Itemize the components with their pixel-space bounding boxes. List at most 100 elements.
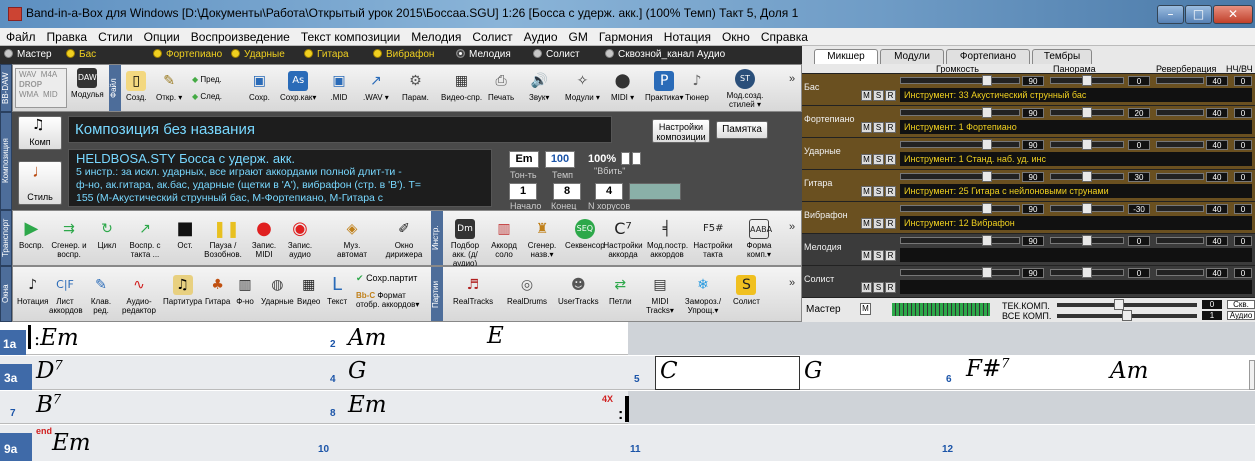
- volume-thumb[interactable]: [982, 203, 992, 214]
- sequencer-button[interactable]: SEQ Секвенсор: [565, 219, 605, 250]
- maximize-button[interactable]: □: [1185, 5, 1212, 24]
- freeze-button[interactable]: ❄ Замороз./ Упрощ.▾: [683, 275, 723, 315]
- instrument-field[interactable]: Инструмент: 33 Акустический струнный бас: [900, 88, 1252, 102]
- video-window-button[interactable]: ▦ Видео: [297, 275, 320, 306]
- save-mid-button[interactable]: ▣ .MID: [329, 71, 349, 102]
- record-audio-button[interactable]: ◉ Запис. аудио: [285, 219, 315, 260]
- menu-gm[interactable]: GM: [563, 28, 593, 44]
- pan-thumb[interactable]: [1082, 75, 1092, 86]
- radio-piano[interactable]: Фортепиано: [153, 49, 222, 60]
- save-as-button[interactable]: As Сохр.как▾: [280, 71, 316, 102]
- lead-sheet-button[interactable]: C|F Лист аккордов: [49, 275, 83, 315]
- bar-settings-button[interactable]: F5# Настройки такта: [693, 219, 733, 259]
- chord-bar-3[interactable]: D7: [36, 358, 63, 384]
- menu-options[interactable]: Опции: [138, 28, 185, 44]
- memo-button[interactable]: Памятка: [716, 121, 768, 139]
- volume-value[interactable]: 90: [1022, 108, 1044, 118]
- side-tab-transport[interactable]: Транспорт: [0, 210, 12, 266]
- reverb-slider[interactable]: [1156, 205, 1204, 212]
- all-songs-thumb[interactable]: [1122, 310, 1132, 321]
- record-midi-button[interactable]: ● Запис. MIDI: [249, 219, 279, 260]
- volume-thumb[interactable]: [982, 171, 992, 182]
- volume-thumb[interactable]: [982, 75, 992, 86]
- reverb-value[interactable]: 40: [1206, 236, 1228, 246]
- comp-button[interactable]: ♫ Комп: [18, 116, 62, 150]
- save-wav-button[interactable]: ↗ .WAV ▾: [363, 71, 389, 102]
- volume-slider[interactable]: [900, 109, 1020, 116]
- tap-tempo-label[interactable]: "Вбить": [594, 166, 625, 176]
- volume-slider[interactable]: [900, 141, 1020, 148]
- chord-bar-8[interactable]: Em: [348, 392, 387, 418]
- pause-button[interactable]: ❚❚ Пауза / Возобнов.: [203, 219, 243, 259]
- side-tab-bbdaw[interactable]: BB-DAW: [0, 64, 12, 112]
- chord-bar-2-beat-3[interactable]: E: [487, 323, 504, 349]
- mute-button[interactable]: M: [861, 154, 872, 165]
- conductor-button[interactable]: ✐ Окно дирижера: [381, 219, 427, 259]
- pan-thumb[interactable]: [1082, 107, 1092, 118]
- save-score-button[interactable]: ✔ Сохр.партит: [356, 273, 417, 284]
- volume-thumb[interactable]: [982, 235, 992, 246]
- loop-button[interactable]: ↻ Цикл: [97, 219, 117, 250]
- reverb-value[interactable]: 40: [1206, 268, 1228, 278]
- play-button[interactable]: ▶ Воспр.: [19, 219, 44, 251]
- chord-builder-button[interactable]: Dm Подбор акк. (д/аудио): [445, 219, 485, 268]
- solo-button[interactable]: S: [873, 218, 884, 229]
- radio-guitar[interactable]: Гитара: [304, 49, 349, 60]
- reverb-slider[interactable]: [1156, 141, 1204, 148]
- chord-solo-button[interactable]: ▥ Аккорд соло: [489, 219, 519, 259]
- menu-window[interactable]: Окно: [716, 28, 755, 44]
- mute-button[interactable]: M: [861, 250, 872, 261]
- pan-thumb[interactable]: [1082, 139, 1092, 150]
- mute-button[interactable]: M: [861, 90, 872, 101]
- all-songs-value[interactable]: 1: [1202, 311, 1222, 320]
- close-button[interactable]: ✕: [1213, 5, 1253, 24]
- generate-play-button[interactable]: ⇉ Сгенер. и воспр.: [49, 219, 89, 259]
- chord-bar-6-beat-3[interactable]: Am: [1110, 358, 1148, 384]
- tab-plugins[interactable]: Модули: [880, 49, 944, 64]
- tuner-button[interactable]: ♪ Тюнер: [685, 71, 709, 102]
- open-button[interactable]: ✎ Откр. ▾: [156, 71, 182, 102]
- radio-vibes[interactable]: Вибрафон: [373, 49, 434, 60]
- instrument-field[interactable]: [900, 248, 1252, 262]
- pan-value[interactable]: 30: [1128, 172, 1150, 182]
- piano-window-button[interactable]: ▥ Ф-но: [235, 275, 255, 306]
- chord-bar-5[interactable]: C: [660, 358, 678, 384]
- new-song-button[interactable]: ▯ Созд.: [126, 71, 147, 102]
- mute-button[interactable]: M: [861, 186, 872, 197]
- chord-bar-2[interactable]: Am: [348, 325, 386, 351]
- tempo-field[interactable]: 100: [545, 151, 575, 168]
- tempo-up-button[interactable]: [621, 152, 630, 165]
- pan-value[interactable]: 20: [1128, 108, 1150, 118]
- menu-notation[interactable]: Нотация: [658, 28, 716, 44]
- radio-master[interactable]: Мастер: [4, 49, 52, 60]
- tab-patches[interactable]: Тембры: [1032, 49, 1092, 64]
- menu-lyrics[interactable]: Текст композиции: [295, 28, 405, 44]
- tone-value[interactable]: 0: [1234, 204, 1252, 214]
- instrument-field[interactable]: [900, 280, 1252, 294]
- chord-settings-button[interactable]: C⁷ Настройки аккорда: [603, 219, 643, 259]
- soloist-button[interactable]: S Солист: [733, 275, 760, 306]
- end-field[interactable]: 8: [553, 183, 581, 200]
- reverb-slider[interactable]: [1156, 77, 1204, 84]
- jukebox-button[interactable]: ◈ Муз. автомат: [329, 219, 375, 259]
- tone-value[interactable]: 0: [1234, 268, 1252, 278]
- toolbar-overflow-icon[interactable]: »: [789, 73, 795, 85]
- save-button[interactable]: ▣ Сохр.: [249, 71, 270, 102]
- key-field[interactable]: Em: [509, 151, 539, 168]
- chord-bar-5-beat-3[interactable]: G: [804, 358, 822, 384]
- menu-harmony[interactable]: Гармония: [593, 28, 658, 44]
- reverb-slider[interactable]: [1156, 109, 1204, 116]
- thru-button[interactable]: Скв.: [1227, 300, 1255, 309]
- menu-help[interactable]: Справка: [755, 28, 813, 44]
- reverb-value[interactable]: 40: [1206, 108, 1228, 118]
- usertracks-button[interactable]: ☻ UserTracks: [558, 275, 599, 306]
- reverb-slider[interactable]: [1156, 173, 1204, 180]
- pan-value[interactable]: 0: [1128, 236, 1150, 246]
- solo-button[interactable]: S: [873, 186, 884, 197]
- reverb-slider[interactable]: [1156, 237, 1204, 244]
- menu-edit[interactable]: Правка: [41, 28, 93, 44]
- volume-slider[interactable]: [900, 77, 1020, 84]
- bar-number-1a[interactable]: 1a: [0, 330, 26, 355]
- volume-thumb[interactable]: [982, 107, 992, 118]
- pan-thumb[interactable]: [1082, 267, 1092, 278]
